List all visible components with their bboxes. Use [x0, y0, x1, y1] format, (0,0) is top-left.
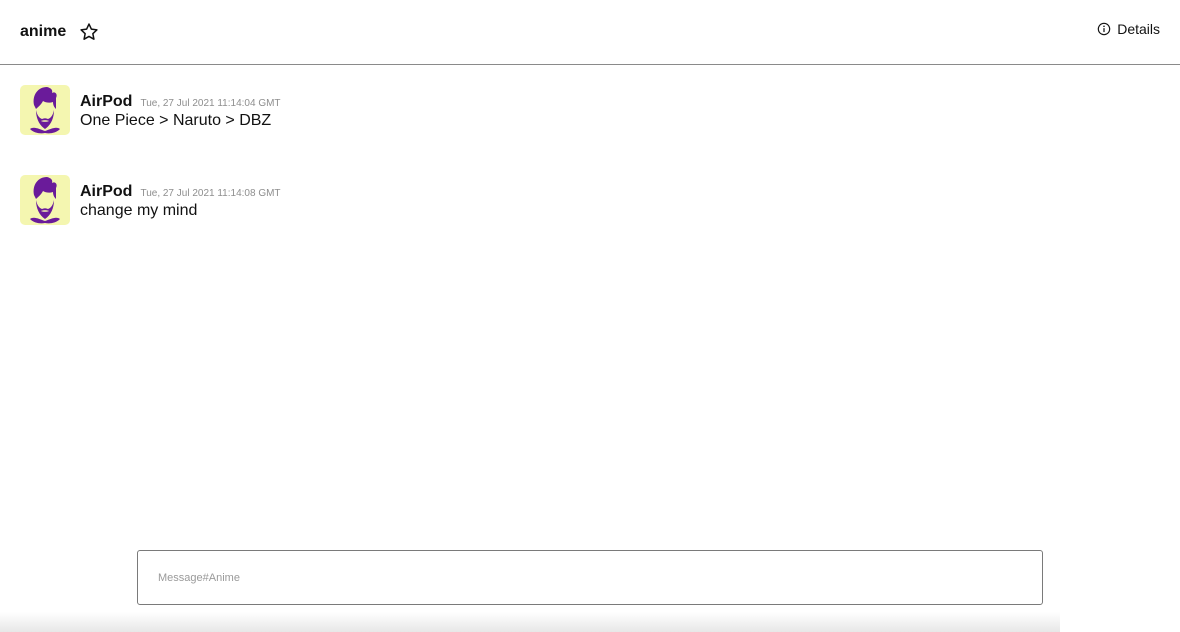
- channel-header: anime Details: [0, 0, 1180, 65]
- message-input[interactable]: [138, 551, 1042, 604]
- message-list: AirPod Tue, 27 Jul 2021 11:14:04 GMT One…: [0, 65, 1180, 535]
- star-icon: [80, 23, 98, 40]
- details-button[interactable]: Details: [1097, 20, 1160, 38]
- chat-app: anime Details AirPod Tue, 27 Jul 2021 11…: [0, 0, 1180, 632]
- details-label: Details: [1117, 21, 1160, 37]
- message-composer: [137, 550, 1043, 605]
- favorite-button[interactable]: [78, 21, 100, 43]
- message-timestamp: Tue, 27 Jul 2021 11:14:08 GMT: [140, 188, 281, 199]
- message-author[interactable]: AirPod: [80, 183, 132, 201]
- channel-title: anime: [20, 23, 67, 40]
- avatar[interactable]: [20, 175, 70, 225]
- bottom-shadow: [0, 612, 1060, 632]
- message-author[interactable]: AirPod: [80, 93, 132, 111]
- message-header: AirPod Tue, 27 Jul 2021 11:14:04 GMT: [80, 93, 281, 111]
- info-icon: [1097, 22, 1111, 36]
- bearded-man-avatar-icon: [30, 177, 60, 224]
- message-text: One Piece > Naruto > DBZ: [80, 112, 272, 129]
- message-timestamp: Tue, 27 Jul 2021 11:14:04 GMT: [140, 98, 281, 109]
- message-text: change my mind: [80, 202, 198, 219]
- message-item: AirPod Tue, 27 Jul 2021 11:14:04 GMT One…: [20, 85, 620, 137]
- message-item: AirPod Tue, 27 Jul 2021 11:14:08 GMT cha…: [20, 175, 620, 227]
- bearded-man-avatar-icon: [30, 87, 60, 134]
- message-header: AirPod Tue, 27 Jul 2021 11:14:08 GMT: [80, 183, 281, 201]
- avatar[interactable]: [20, 85, 70, 135]
